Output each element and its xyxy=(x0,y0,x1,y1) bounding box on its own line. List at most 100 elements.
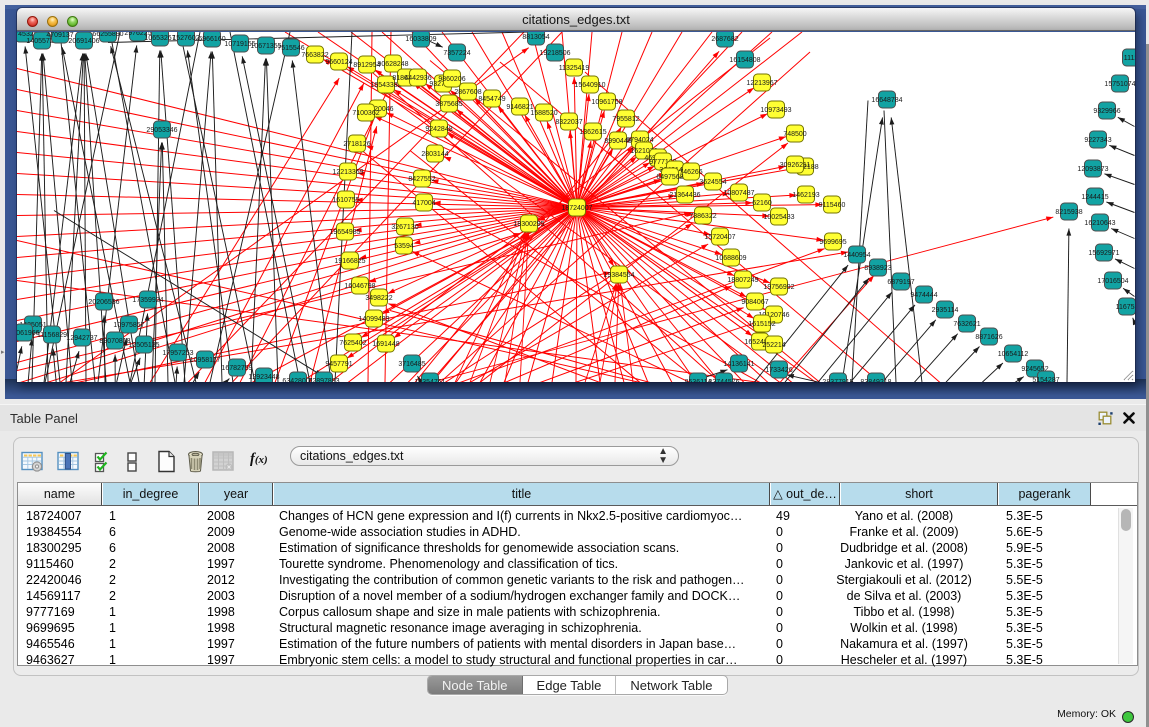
svg-text:19384554: 19384554 xyxy=(603,272,634,279)
svg-text:8938923: 8938923 xyxy=(864,265,891,272)
svg-text:9660124: 9660124 xyxy=(325,59,352,66)
svg-text:252214: 252214 xyxy=(762,342,785,349)
svg-text:16046798: 16046798 xyxy=(344,283,375,290)
svg-text:1244415: 1244415 xyxy=(1081,194,1108,201)
svg-text:15692971: 15692971 xyxy=(1088,250,1119,257)
svg-text:10958117: 10958117 xyxy=(190,357,221,364)
svg-text:4442936: 4442936 xyxy=(404,75,431,82)
svg-text:7515546: 7515546 xyxy=(277,45,304,52)
svg-text:83744576: 83744576 xyxy=(708,379,739,382)
svg-text:53594: 53594 xyxy=(394,243,414,250)
svg-text:16033809: 16033809 xyxy=(405,36,436,43)
svg-text:10973493: 10973493 xyxy=(760,107,791,114)
svg-text:12213967: 12213967 xyxy=(746,80,777,87)
svg-text:11156829: 11156829 xyxy=(37,332,67,339)
svg-text:9115460: 9115460 xyxy=(819,202,846,209)
svg-text:19756992: 19756992 xyxy=(763,284,794,291)
svg-text:1691448: 1691448 xyxy=(372,341,399,348)
svg-text:12505135: 12505135 xyxy=(128,342,159,349)
svg-text:6966160: 6966160 xyxy=(198,36,225,43)
svg-text:10807487: 10807487 xyxy=(723,190,754,197)
svg-text:7625402: 7625402 xyxy=(339,340,366,347)
svg-text:14136141: 14136141 xyxy=(723,361,754,368)
svg-text:7632621: 7632621 xyxy=(953,321,980,328)
svg-text:16782759: 16782759 xyxy=(221,365,252,372)
svg-text:30926211: 30926211 xyxy=(780,162,811,169)
svg-text:89070818: 89070818 xyxy=(99,338,130,345)
svg-text:8427552: 8427552 xyxy=(408,176,435,183)
svg-text:3624554: 3624554 xyxy=(699,179,726,186)
svg-text:8871626: 8871626 xyxy=(975,334,1002,341)
svg-text:748500: 748500 xyxy=(783,131,806,138)
svg-text:7955812: 7955812 xyxy=(612,116,639,123)
svg-text:8215938: 8215938 xyxy=(1055,209,1082,216)
svg-text:6497568: 6497568 xyxy=(656,174,683,181)
svg-text:10653267: 10653267 xyxy=(144,35,175,42)
svg-text:21364436: 21364436 xyxy=(669,192,700,199)
svg-text:29053346: 29053346 xyxy=(146,127,177,134)
svg-text:9329966: 9329966 xyxy=(1093,108,1120,115)
svg-text:19654985: 19654985 xyxy=(329,229,360,236)
svg-text:2935114: 2935114 xyxy=(932,307,959,314)
svg-text:1610755: 1610755 xyxy=(332,197,359,204)
svg-text:17016504: 17016504 xyxy=(1097,278,1128,285)
svg-text:9227343: 9227343 xyxy=(1084,137,1111,144)
svg-text:12213369: 12213369 xyxy=(332,169,363,176)
svg-text:90628248: 90628248 xyxy=(377,61,408,68)
svg-text:1462193: 1462193 xyxy=(792,192,819,199)
svg-text:5154287: 5154287 xyxy=(1032,377,1059,382)
svg-text:3267130: 3267130 xyxy=(391,224,418,231)
svg-text:12093873: 12093873 xyxy=(1077,166,1108,173)
svg-text:3716485: 3716485 xyxy=(398,361,425,368)
svg-text:1588520: 1588520 xyxy=(530,110,557,117)
svg-text:1362615: 1362615 xyxy=(579,129,606,136)
svg-text:2718126: 2718126 xyxy=(343,141,370,148)
svg-text:15751074: 15751074 xyxy=(1104,81,1135,88)
svg-text:19166825: 19166825 xyxy=(334,258,365,265)
svg-text:20206536: 20206536 xyxy=(88,299,119,306)
svg-text:8322037: 8322037 xyxy=(555,119,582,126)
svg-text:16543382: 16543382 xyxy=(370,82,401,89)
svg-text:9699695: 9699695 xyxy=(819,239,846,246)
svg-text:12942737: 12942737 xyxy=(66,335,97,342)
svg-text:9457791: 9457791 xyxy=(325,361,352,368)
svg-text:6879197: 6879197 xyxy=(887,279,914,286)
svg-text:15720407: 15720407 xyxy=(704,234,735,241)
svg-text:10025433: 10025433 xyxy=(763,214,794,221)
svg-text:116753: 116753 xyxy=(1116,304,1135,311)
svg-text:18724007: 18724007 xyxy=(561,205,592,212)
svg-text:10975857: 10975857 xyxy=(113,322,144,329)
svg-text:20691406: 20691406 xyxy=(68,38,99,45)
svg-text:1112: 1112 xyxy=(1124,55,1135,62)
svg-text:10654112: 10654112 xyxy=(998,351,1029,358)
svg-text:7100362: 7100362 xyxy=(352,110,379,117)
svg-text:1733426: 1733426 xyxy=(765,367,792,374)
svg-text:18354761: 18354761 xyxy=(414,379,445,382)
svg-text:17359924: 17359924 xyxy=(132,297,163,304)
svg-text:12923448: 12923448 xyxy=(248,374,279,381)
svg-text:2867608: 2867608 xyxy=(454,89,481,96)
svg-text:18807249: 18807249 xyxy=(727,277,758,284)
svg-text:28377915: 28377915 xyxy=(822,379,853,382)
svg-text:16648784: 16648784 xyxy=(871,97,902,104)
svg-text:83849218: 83849218 xyxy=(860,379,891,382)
svg-text:7386322: 7386322 xyxy=(689,213,716,220)
svg-text:9084067: 9084067 xyxy=(741,299,768,306)
svg-text:66255890: 66255890 xyxy=(92,32,123,38)
svg-text:2687682: 2687682 xyxy=(711,36,738,43)
svg-text:9242848: 9242848 xyxy=(425,126,452,133)
svg-text:16210643: 16210643 xyxy=(1084,220,1115,227)
svg-text:1440954: 1440954 xyxy=(843,252,870,259)
svg-text:16154808: 16154808 xyxy=(729,57,760,64)
svg-text:2803144: 2803144 xyxy=(421,151,448,158)
svg-text:19218506: 19218506 xyxy=(539,50,570,57)
svg-text:18300295: 18300295 xyxy=(513,221,544,228)
svg-text:62160: 62160 xyxy=(752,200,772,207)
svg-text:9860206: 9860206 xyxy=(438,76,465,83)
svg-text:9474444: 9474444 xyxy=(910,292,937,299)
svg-text:10688609: 10688609 xyxy=(715,255,746,262)
svg-text:11325419: 11325419 xyxy=(559,65,590,72)
svg-text:1615152: 1615152 xyxy=(748,321,775,328)
svg-text:10961758: 10961758 xyxy=(591,99,622,106)
svg-text:1527602: 1527602 xyxy=(172,35,199,42)
